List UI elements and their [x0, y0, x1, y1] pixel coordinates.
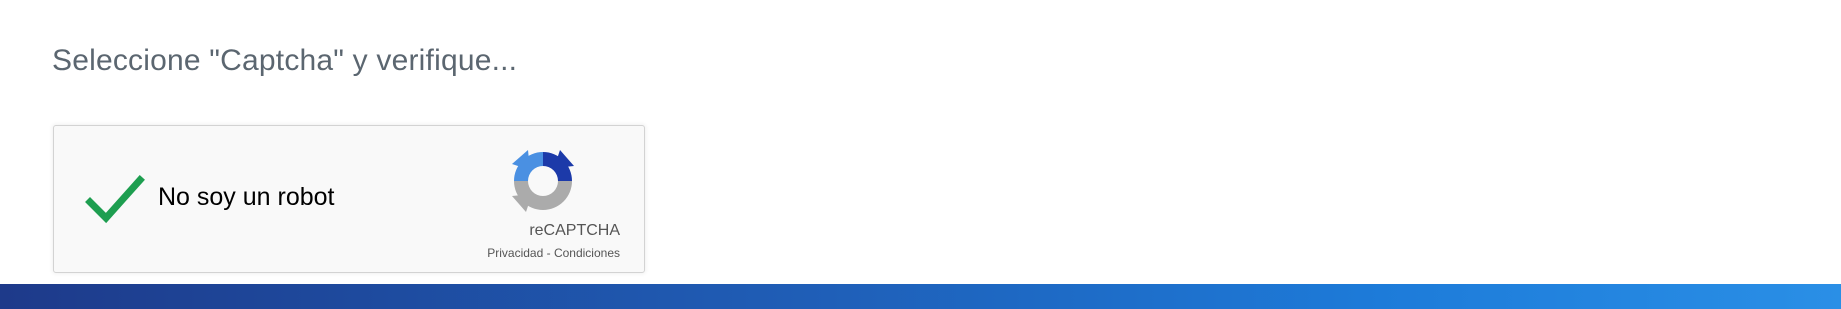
privacy-link[interactable]: Privacidad: [487, 246, 543, 260]
recaptcha-widget: No soy un robot reCAPTCHA Privacidad - C…: [53, 125, 645, 273]
page: Seleccione "Captcha" y verifique... No s…: [0, 0, 1841, 309]
terms-link[interactable]: Condiciones: [554, 246, 620, 260]
links-separator: -: [543, 246, 554, 260]
recaptcha-logo-icon: [512, 150, 574, 212]
captcha-instruction: Seleccione "Captcha" y verifique...: [52, 44, 518, 77]
footer-gradient-bar: [0, 284, 1841, 309]
recaptcha-brand-name: reCAPTCHA: [529, 222, 620, 239]
recaptcha-branding: reCAPTCHA Privacidad - Condiciones: [440, 144, 620, 264]
check-icon: [85, 175, 145, 224]
captcha-checkbox[interactable]: [84, 172, 148, 228]
recaptcha-links: Privacidad - Condiciones: [430, 246, 620, 260]
captcha-checkbox-label[interactable]: No soy un robot: [158, 183, 335, 212]
